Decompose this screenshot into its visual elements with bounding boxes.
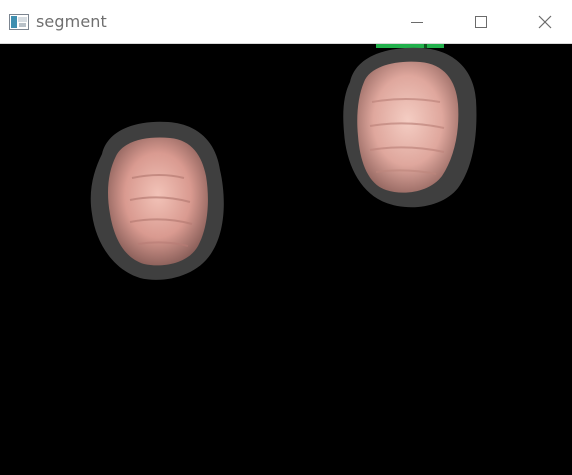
left-fist — [90, 121, 224, 280]
close-button[interactable] — [522, 0, 568, 44]
bottom-strip — [0, 453, 572, 475]
close-icon — [538, 15, 552, 29]
app-window: segment — [0, 0, 572, 475]
minimize-button[interactable] — [394, 0, 440, 44]
segmentation-canvas — [0, 44, 572, 453]
minimize-icon — [411, 22, 423, 23]
maximize-button[interactable] — [458, 0, 504, 44]
title-bar[interactable]: segment — [0, 0, 572, 44]
window-title: segment — [36, 12, 107, 31]
maximize-icon — [475, 16, 487, 28]
app-icon — [9, 14, 29, 30]
right-fist — [343, 47, 477, 208]
